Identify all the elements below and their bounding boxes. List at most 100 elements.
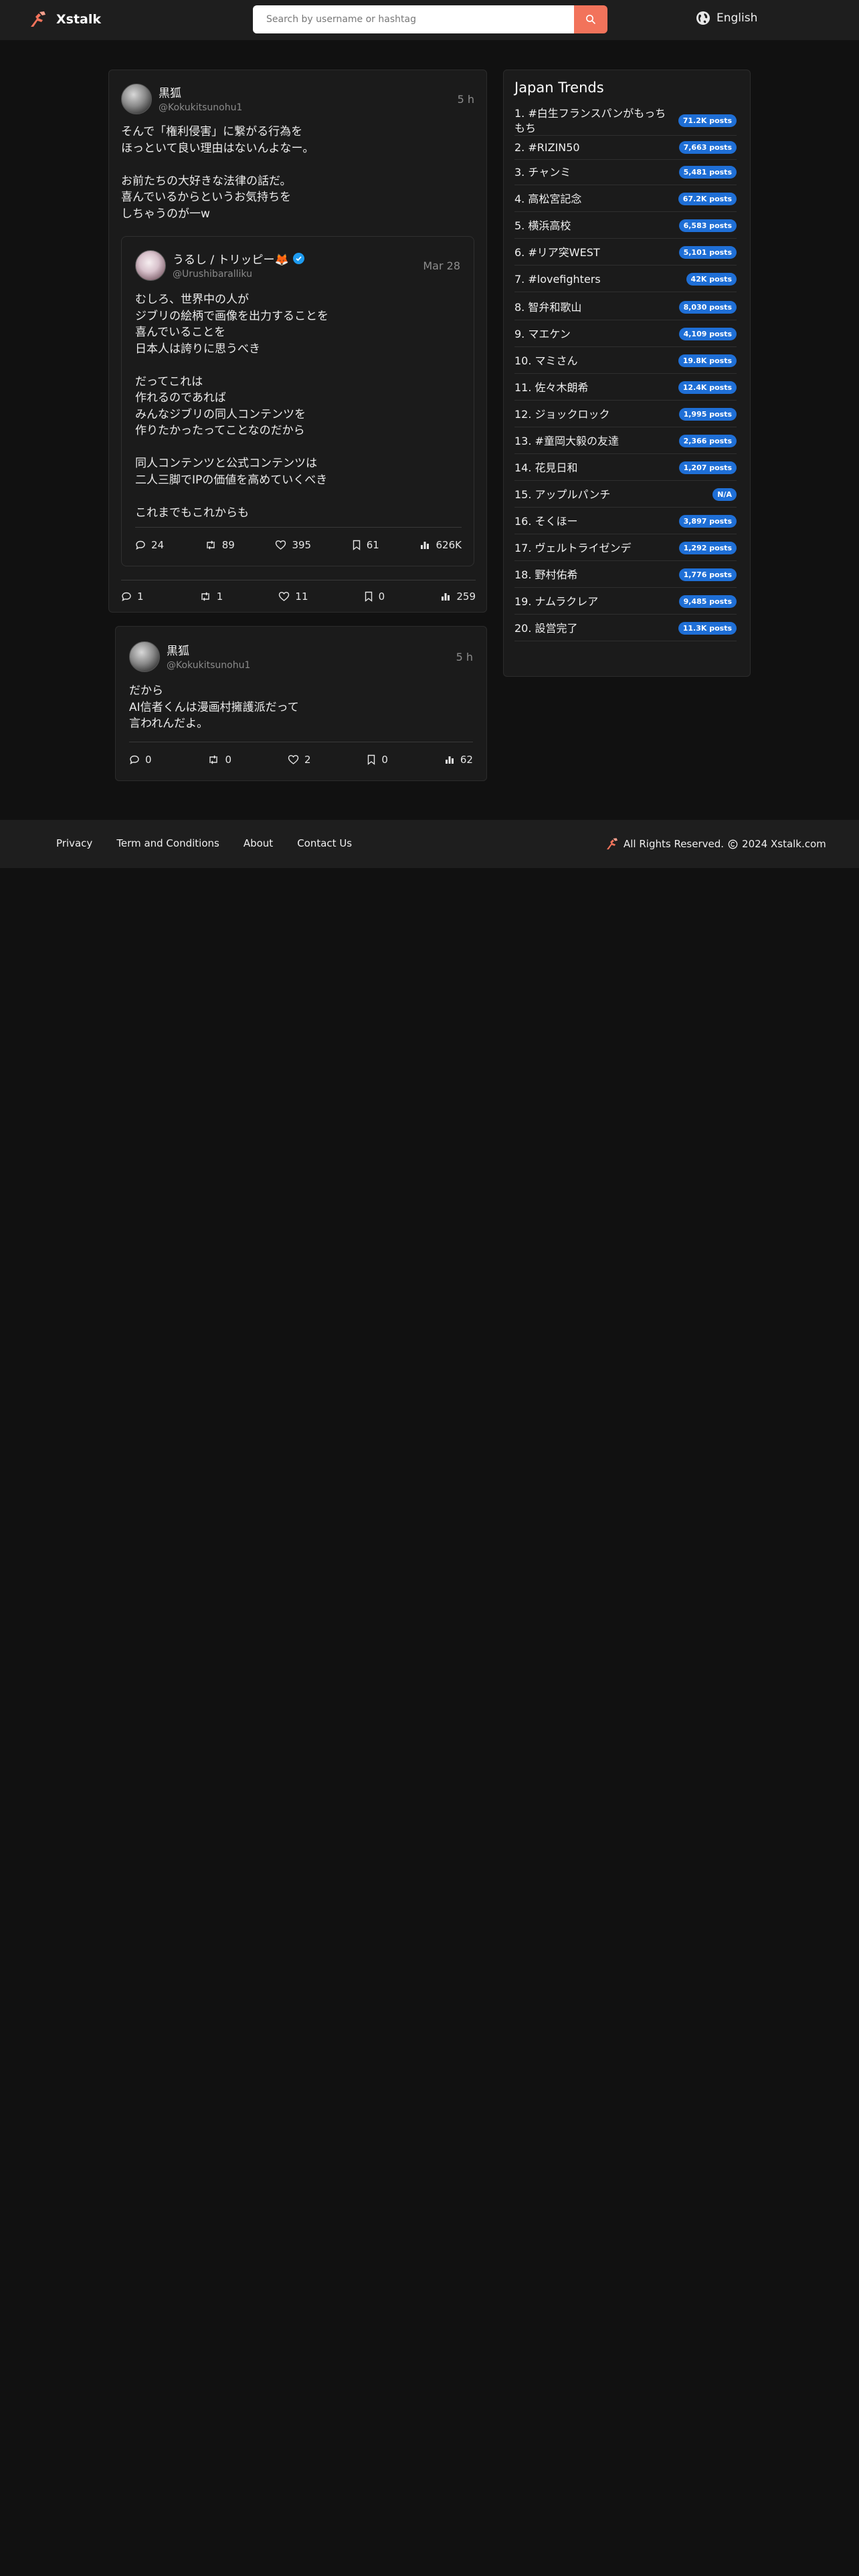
footer-copyright: All Rights Reserved. 2024 Xstalk.com (605, 837, 826, 851)
trend-item[interactable]: 3. チャンミ 5,481 posts (514, 160, 737, 185)
trend-post-count-badge: 6,583 posts (678, 219, 737, 232)
trend-item[interactable]: 8. 智弁和歌山 8,030 posts (514, 295, 737, 320)
bookmark-count: 61 (366, 539, 379, 551)
retweet-icon (207, 540, 215, 550)
trend-post-count-badge: 5,481 posts (678, 166, 737, 179)
retweet-button[interactable]: 1 (199, 591, 223, 603)
like-button[interactable]: 395 (275, 539, 311, 551)
post-actions: 1 1 11 0 259 (121, 591, 476, 603)
trend-item[interactable]: 17. ヴェルトライゼンデ 1,292 posts (514, 536, 737, 561)
heart-icon (288, 755, 299, 764)
trend-item[interactable]: 19. ナムラクレア 9,485 posts (514, 589, 737, 615)
trend-item[interactable]: 6. #リア突WEST 5,101 posts (514, 240, 737, 265)
trend-name: 14. 花見日和 (514, 461, 578, 474)
view-count: 259 (456, 591, 476, 603)
footer-link-terms[interactable]: Term and Conditions (116, 837, 219, 849)
trend-post-count-badge: 11.3K posts (678, 622, 737, 635)
footer-link-about[interactable]: About (244, 837, 273, 849)
retweet-button[interactable]: 89 (205, 539, 235, 551)
heart-icon (276, 540, 286, 550)
trend-name: 3. チャンミ (514, 165, 571, 179)
trend-item[interactable]: 9. マエケン 4,109 posts (514, 322, 737, 347)
trend-item[interactable]: 16. そくほー 3,897 posts (514, 509, 737, 534)
retweet-count: 1 (216, 591, 223, 603)
like-count: 11 (295, 591, 308, 603)
comment-icon (136, 540, 145, 550)
search-button[interactable] (574, 5, 607, 33)
retweet-icon (209, 755, 218, 764)
trend-item[interactable]: 4. 高松宮記念 67.2K posts (514, 187, 737, 212)
brand-link[interactable]: Xstalk (28, 9, 101, 29)
logo-icon (606, 838, 618, 850)
brand-name: Xstalk (56, 12, 102, 27)
trend-item[interactable]: 20. 設営完了 11.3K posts (514, 616, 737, 641)
post-actions: 0 0 2 0 62 (129, 754, 473, 766)
post-time: 5 h (457, 93, 474, 106)
quoted-post-actions: 24 89 395 61 626K (135, 539, 462, 551)
trend-name: 5. 横浜高校 (514, 219, 571, 232)
trend-name: 17. ヴェルトライゼンデ (514, 541, 632, 554)
search-input[interactable] (253, 5, 574, 33)
rights-text: All Rights Reserved. (624, 838, 725, 850)
retweet-count: 89 (221, 539, 235, 551)
trend-name: 18. 野村佑希 (514, 568, 578, 581)
bookmark-button[interactable]: 0 (364, 591, 385, 603)
trend-item[interactable]: 10. マミさん 19.8K posts (514, 348, 737, 374)
bookmark-count: 0 (381, 754, 388, 766)
trend-item[interactable]: 7. #lovefighters 42K posts (514, 267, 737, 292)
view-count: 62 (460, 754, 473, 766)
trend-post-count-badge: 12.4K posts (678, 381, 737, 394)
trend-post-count-badge: 8,030 posts (678, 301, 737, 314)
like-button[interactable]: 11 (278, 591, 308, 603)
post-card: 黒狐 @Kokukitsunohu1 5 h そんで「権利侵害」に繋がる行為を … (108, 70, 487, 613)
post-author[interactable]: 黒狐 @Kokukitsunohu1 (121, 84, 242, 114)
trend-post-count-badge: 2,366 posts (678, 435, 737, 447)
trend-post-count-badge: 1,995 posts (678, 408, 737, 421)
bookmark-icon (365, 591, 372, 602)
bookmark-icon (353, 540, 360, 550)
trend-item[interactable]: 2. #RIZIN50 7,663 posts (514, 136, 737, 160)
bookmark-button[interactable]: 61 (352, 539, 379, 551)
trend-post-count-badge: 4,109 posts (678, 328, 737, 340)
quoted-post-text: むしろ、世界中の人が ジブリの絵柄で画像を出力することを 喜んでいることを 日本… (135, 293, 328, 520)
like-button[interactable]: 2 (288, 754, 310, 766)
footer-link-contact[interactable]: Contact Us (297, 837, 352, 849)
trend-item[interactable]: 1. #白生フランスパンがもっちもち 71.2K posts (514, 106, 737, 136)
trend-item[interactable]: 15. アップルパンチ N/A (514, 482, 737, 508)
trend-item[interactable]: 14. 花見日和 1,207 posts (514, 455, 737, 481)
search-icon (586, 15, 595, 24)
trend-post-count-badge: 3,897 posts (678, 515, 737, 528)
quoted-post[interactable]: うるし / トリッピー🦊 @Urushibaralliku Mar 28 むしろ… (121, 236, 474, 566)
trend-post-count-badge: 5,101 posts (678, 246, 737, 259)
footer-link-privacy[interactable]: Privacy (56, 837, 92, 849)
trend-name: 10. マミさん (514, 354, 578, 367)
trend-post-count-badge: 1,776 posts (678, 568, 737, 581)
comment-icon (122, 592, 131, 601)
quoted-author[interactable]: うるし / トリッピー🦊 @Urushibaralliku (135, 250, 304, 281)
trend-name: 15. アップルパンチ (514, 488, 611, 501)
trend-post-count-badge: N/A (712, 488, 737, 501)
avatar (129, 641, 160, 672)
user-handle: @Kokukitsunohu1 (167, 660, 251, 671)
trend-item[interactable]: 11. 佐々木朗希 12.4K posts (514, 375, 737, 401)
verified-badge-icon (292, 253, 304, 264)
bar-chart-icon (421, 542, 430, 549)
trend-name: 11. 佐々木朗希 (514, 381, 589, 394)
retweet-icon (201, 592, 209, 601)
trend-item[interactable]: 12. ジョックロック 1,995 posts (514, 402, 737, 427)
language-selector[interactable]: English (696, 11, 757, 25)
trend-item[interactable]: 13. #童岡大毅の友達 2,366 posts (514, 429, 737, 454)
retweet-button[interactable]: 0 (207, 754, 231, 766)
heart-icon (279, 592, 290, 601)
reply-button[interactable]: 24 (135, 539, 164, 551)
trend-item[interactable]: 18. 野村佑希 1,776 posts (514, 562, 737, 588)
comment-icon (130, 755, 139, 764)
post-time: Mar 28 (423, 259, 460, 272)
avatar (135, 250, 166, 281)
bookmark-button[interactable]: 0 (367, 754, 388, 766)
reply-button[interactable]: 1 (121, 591, 144, 603)
post-author[interactable]: 黒狐 @Kokukitsunohu1 (129, 641, 250, 672)
trend-item[interactable]: 5. 横浜高校 6,583 posts (514, 213, 737, 239)
reply-button[interactable]: 0 (129, 754, 152, 766)
trends-title: Japan Trends (514, 80, 604, 96)
